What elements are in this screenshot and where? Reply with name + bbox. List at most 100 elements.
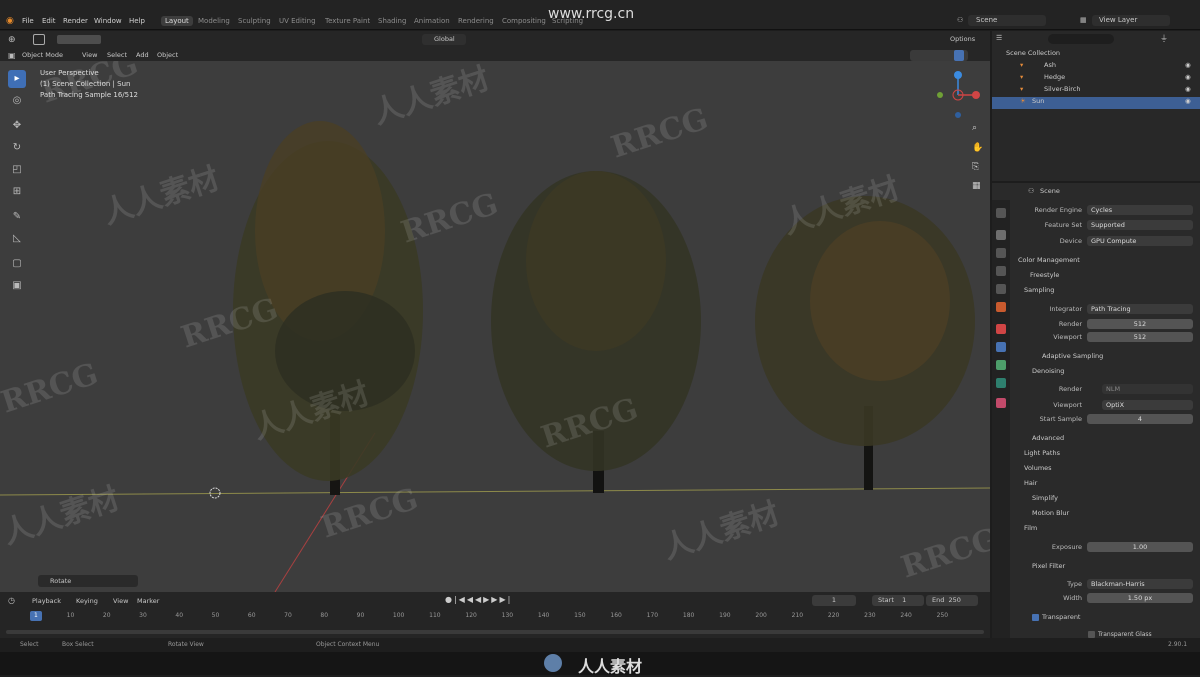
menu-keying[interactable]: Keying bbox=[76, 597, 98, 605]
eye-icon[interactable]: ◉ bbox=[1185, 73, 1191, 81]
texture-tab-icon[interactable] bbox=[996, 398, 1006, 408]
timeline-scrollbar[interactable] bbox=[6, 630, 984, 634]
denoise-render-select[interactable]: NLM bbox=[1102, 384, 1193, 394]
section-sampling[interactable]: Sampling bbox=[1024, 286, 1054, 294]
eye-icon[interactable]: ◉ bbox=[1185, 97, 1191, 105]
cursor-tool[interactable]: ◎ bbox=[8, 92, 26, 110]
editor-type-icon[interactable]: ⊕ bbox=[8, 35, 16, 45]
menu-add[interactable]: Add bbox=[136, 51, 149, 59]
add-cube-tool[interactable]: ▢ bbox=[8, 255, 26, 273]
rotate-tool[interactable]: ↻ bbox=[8, 139, 26, 157]
camera-view-icon[interactable]: ⎘ bbox=[972, 162, 979, 172]
transform-orientation[interactable]: Global bbox=[422, 34, 466, 45]
output-tab-icon[interactable] bbox=[996, 248, 1006, 258]
start-sample-field[interactable]: 4 bbox=[1087, 414, 1193, 424]
editor-icon[interactable]: ▣ bbox=[8, 51, 16, 60]
scene-tab-icon[interactable] bbox=[996, 284, 1006, 294]
tab-rendering[interactable]: Rendering bbox=[458, 17, 494, 25]
tab-layout[interactable]: Layout bbox=[161, 16, 193, 26]
move-tool[interactable]: ✥ bbox=[8, 117, 26, 135]
denoise-viewport-select[interactable]: OptiX bbox=[1102, 400, 1193, 410]
menu-render[interactable]: Render bbox=[63, 17, 88, 25]
add-object-tool[interactable]: ▣ bbox=[8, 277, 26, 295]
select-tool-button[interactable] bbox=[33, 34, 45, 45]
section-advanced[interactable]: Advanced bbox=[1032, 434, 1064, 442]
tab-uv-editing[interactable]: UV Editing bbox=[279, 17, 316, 25]
last-operator-panel[interactable]: Rotate bbox=[38, 575, 138, 587]
physics-tab-icon[interactable] bbox=[996, 360, 1006, 370]
measure-tool[interactable]: ◺ bbox=[8, 230, 26, 248]
filter-width-field[interactable]: 1.50 px bbox=[1087, 593, 1193, 603]
section-adaptive-sampling[interactable]: Adaptive Sampling bbox=[1042, 352, 1103, 360]
view-layer-selector[interactable]: View Layer bbox=[1092, 15, 1170, 26]
menu-playback[interactable]: Playback bbox=[32, 597, 61, 605]
scale-tool[interactable]: ◰ bbox=[8, 161, 26, 179]
start-frame-field[interactable]: Start 1 bbox=[872, 595, 924, 606]
outliner-item-sun[interactable]: ☀ Sun ◉ bbox=[992, 97, 1200, 109]
tab-modeling[interactable]: Modeling bbox=[198, 17, 230, 25]
integrator-select[interactable]: Path Tracing bbox=[1087, 304, 1193, 314]
render-tab-icon[interactable] bbox=[996, 230, 1006, 240]
menu-window[interactable]: Window bbox=[94, 17, 122, 25]
outliner-search-input[interactable] bbox=[1048, 34, 1114, 44]
menu-view-timeline[interactable]: View bbox=[113, 597, 128, 605]
outliner-filter-icon[interactable]: ☰ bbox=[996, 34, 1002, 42]
menu-view[interactable]: View bbox=[82, 51, 97, 59]
section-volumes[interactable]: Volumes bbox=[1024, 464, 1052, 472]
perspective-toggle-icon[interactable]: ▦ bbox=[972, 181, 981, 191]
playback-controls[interactable]: ●|◀◀◀▶▶▶| bbox=[445, 595, 512, 604]
section-pixel-filter[interactable]: Pixel Filter bbox=[1032, 562, 1065, 570]
menu-select[interactable]: Select bbox=[107, 51, 127, 59]
samples-render-field[interactable]: 512 bbox=[1087, 319, 1193, 329]
menu-marker[interactable]: Marker bbox=[137, 597, 159, 605]
3d-viewport[interactable]: ▸ ◎ ✥ ↻ ◰ ⊞ ✎ ◺ ▢ ▣ User Perspective (1)… bbox=[0, 61, 990, 592]
annotate-tool[interactable]: ✎ bbox=[8, 208, 26, 226]
section-simplify[interactable]: Simplify bbox=[1032, 494, 1058, 502]
world-tab-icon[interactable] bbox=[996, 302, 1006, 312]
menu-help[interactable]: Help bbox=[129, 17, 145, 25]
scene-selector[interactable]: Scene bbox=[968, 15, 1046, 26]
outliner-item-silver-birch[interactable]: ▾ Silver-Birch ◉ bbox=[992, 85, 1200, 97]
current-frame-field[interactable]: 1 bbox=[812, 595, 856, 606]
mode-selector[interactable]: Object Mode bbox=[22, 51, 63, 59]
zoom-icon[interactable]: ⌕ bbox=[972, 123, 977, 133]
select-mode-icons[interactable] bbox=[57, 35, 101, 44]
tab-shading[interactable]: Shading bbox=[378, 17, 406, 25]
outliner-funnel-icon[interactable]: ⏚ bbox=[1160, 33, 1168, 44]
section-light-paths[interactable]: Light Paths bbox=[1024, 449, 1060, 457]
filter-type-select[interactable]: Blackman-Harris bbox=[1087, 579, 1193, 589]
rendered-shading-button[interactable] bbox=[954, 50, 964, 61]
object-data-tab-icon[interactable] bbox=[996, 378, 1006, 388]
section-color-management[interactable]: Color Management bbox=[1018, 256, 1080, 264]
section-hair[interactable]: Hair bbox=[1024, 479, 1037, 487]
outliner-item-ash[interactable]: ▾ Ash ◉ bbox=[992, 61, 1200, 73]
blender-logo-icon[interactable]: ◉ bbox=[6, 16, 14, 26]
menu-file[interactable]: File bbox=[22, 17, 34, 25]
eye-icon[interactable]: ◉ bbox=[1185, 61, 1191, 69]
section-film[interactable]: Film bbox=[1024, 524, 1037, 532]
exposure-field[interactable]: 1.00 bbox=[1087, 542, 1193, 552]
render-engine-select[interactable]: Cycles bbox=[1087, 205, 1193, 215]
outliner-root[interactable]: Scene Collection bbox=[992, 49, 1200, 61]
device-select[interactable]: GPU Compute bbox=[1087, 236, 1193, 246]
navigation-gizmo[interactable] bbox=[933, 67, 983, 127]
section-denoising[interactable]: Denoising bbox=[1032, 367, 1064, 375]
view-layer-tab-icon[interactable] bbox=[996, 266, 1006, 276]
end-frame-field[interactable]: End 250 bbox=[926, 595, 978, 606]
modifier-tab-icon[interactable] bbox=[996, 342, 1006, 352]
tool-tab-icon[interactable] bbox=[996, 208, 1006, 218]
menu-edit[interactable]: Edit bbox=[42, 17, 56, 25]
transparent-checkbox[interactable]: Transparent bbox=[1032, 613, 1080, 621]
samples-viewport-field[interactable]: 512 bbox=[1087, 332, 1193, 342]
tab-texture-paint[interactable]: Texture Paint bbox=[325, 17, 370, 25]
tab-compositing[interactable]: Compositing bbox=[502, 17, 546, 25]
object-tab-icon[interactable] bbox=[996, 324, 1006, 334]
options-dropdown[interactable]: Options bbox=[950, 35, 975, 43]
section-freestyle[interactable]: Freestyle bbox=[1030, 271, 1059, 279]
section-motion-blur[interactable]: Motion Blur bbox=[1032, 509, 1069, 517]
transform-tool[interactable]: ⊞ bbox=[8, 183, 26, 201]
tab-animation[interactable]: Animation bbox=[414, 17, 450, 25]
select-box-tool[interactable]: ▸ bbox=[8, 70, 26, 88]
outliner-item-hedge[interactable]: ▾ Hedge ◉ bbox=[992, 73, 1200, 85]
tab-sculpting[interactable]: Sculpting bbox=[238, 17, 271, 25]
